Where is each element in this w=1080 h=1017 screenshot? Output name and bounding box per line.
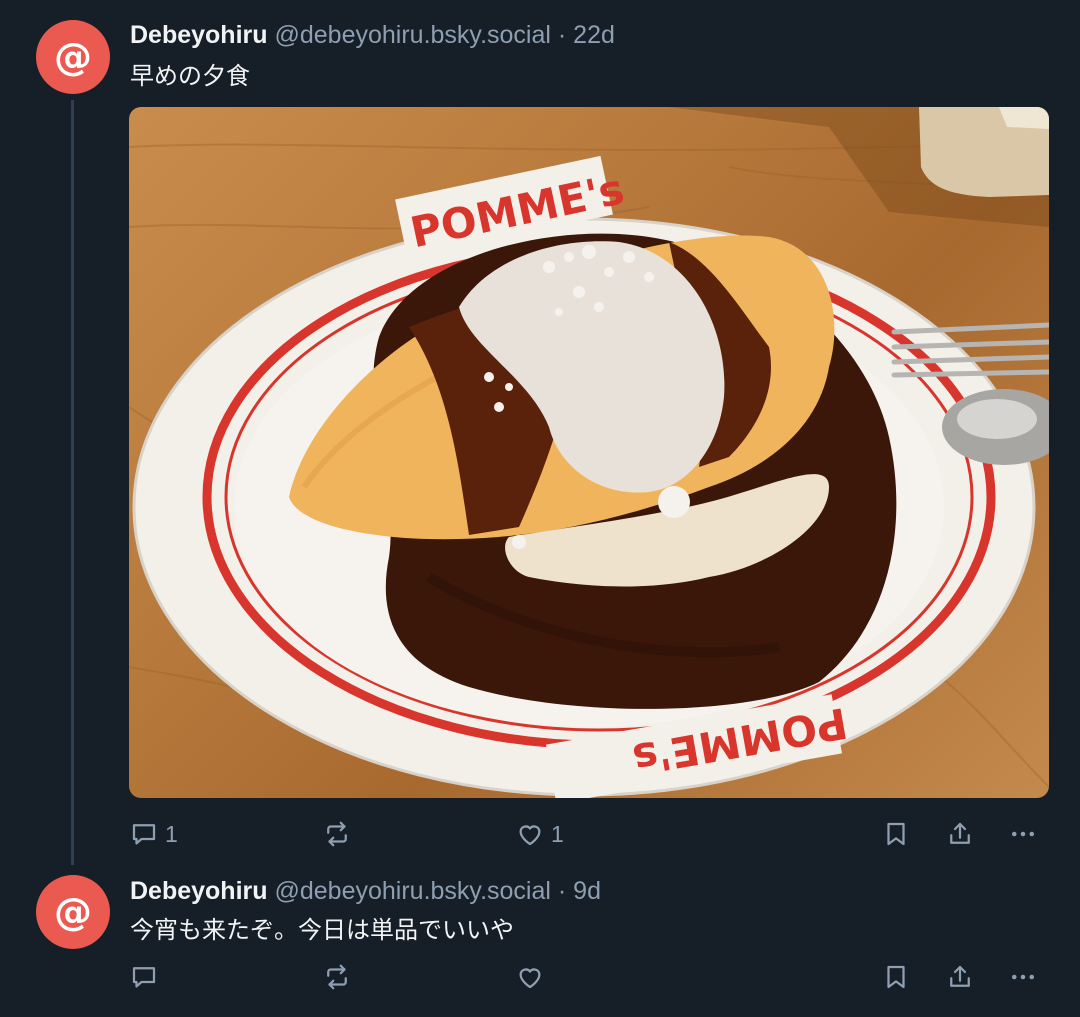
heart-icon: [519, 825, 541, 846]
avatar[interactable]: @: [36, 20, 110, 94]
at-sign-icon: @: [54, 35, 92, 79]
author-handle[interactable]: @debeyohiru.bsky.social: [274, 21, 550, 49]
bookmark-icon: [887, 822, 905, 846]
thread-connector-line: [71, 100, 74, 865]
reply-icon: [132, 967, 156, 988]
post-text: 早めの夕食: [130, 62, 250, 90]
post-item[interactable]: @ Debeyohiru @debeyohiru.bsky.social · 9…: [0, 860, 1080, 1017]
share-button[interactable]: [945, 957, 975, 997]
more-dots-icon: [1012, 974, 1034, 980]
bookmark-icon: [887, 965, 905, 989]
meta-separator: ·: [557, 877, 567, 905]
more-options-button[interactable]: [1008, 957, 1038, 997]
like-button[interactable]: 1: [515, 814, 564, 854]
author-name[interactable]: Debeyohiru: [130, 877, 268, 905]
post-item[interactable]: @ Debeyohiru @debeyohiru.bsky.social · 2…: [0, 0, 1080, 865]
post-actions: 1 1: [0, 814, 1080, 854]
like-button[interactable]: [515, 957, 551, 997]
more-dots-icon: [1012, 831, 1034, 837]
post-meta: Debeyohiru @debeyohiru.bsky.social · 9d: [130, 874, 601, 908]
reply-button[interactable]: 1: [129, 814, 178, 854]
repost-icon: [327, 821, 347, 847]
post-timestamp[interactable]: 22d: [573, 21, 615, 49]
share-button[interactable]: [945, 814, 975, 854]
avatar[interactable]: @: [36, 875, 110, 949]
author-name[interactable]: Debeyohiru: [130, 21, 268, 49]
post-timestamp[interactable]: 9d: [573, 877, 601, 905]
bookmark-button[interactable]: [881, 814, 911, 854]
reply-button[interactable]: [129, 957, 165, 997]
post-meta: Debeyohiru @debeyohiru.bsky.social · 22d: [130, 18, 615, 52]
repost-button[interactable]: [322, 957, 358, 997]
post-text: 今宵も来たぞ。今日は単品でいいや: [130, 916, 514, 944]
repost-button[interactable]: [322, 814, 358, 854]
heart-icon: [519, 968, 541, 989]
like-count: 1: [551, 820, 564, 847]
repost-icon: [327, 964, 347, 990]
author-handle[interactable]: @debeyohiru.bsky.social: [274, 877, 550, 905]
reply-icon: [132, 824, 156, 845]
at-sign-icon: @: [54, 890, 92, 934]
post-image[interactable]: POMME's POMME's: [129, 107, 1049, 798]
reply-count: 1: [165, 820, 178, 847]
bookmark-button[interactable]: [881, 957, 911, 997]
meta-separator: ·: [557, 21, 567, 49]
post-actions: [0, 957, 1080, 997]
omurice-photo: POMME's POMME's: [129, 107, 1049, 798]
more-options-button[interactable]: [1008, 814, 1038, 854]
share-icon: [950, 965, 970, 987]
share-icon: [950, 822, 970, 844]
